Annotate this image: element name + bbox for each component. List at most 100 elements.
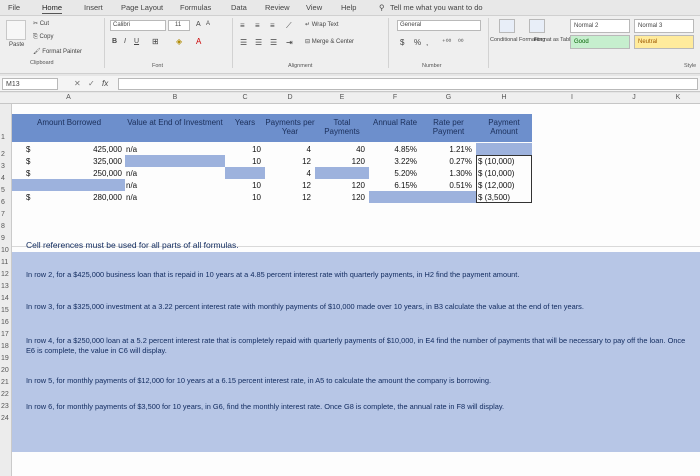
cell-a2-symbol[interactable]: $ [26,145,30,154]
cell-a2[interactable]: 425,000 [52,145,122,154]
row-header[interactable]: 13 [1,283,9,290]
fx-button[interactable]: fx [102,79,108,88]
copy-button[interactable]: ⎘ Copy [33,34,53,41]
cell-a3[interactable]: 325,000 [52,157,122,166]
currency-button[interactable]: $ [400,38,404,47]
cell-d4[interactable]: 4 [265,169,311,178]
cell-g3[interactable]: 0.27% [421,157,472,166]
cell-d2[interactable]: 4 [265,145,311,154]
decimal-icon[interactable]: ⁺⁰⁰ [442,38,451,46]
table-icon[interactable] [529,19,545,33]
font-name-select[interactable]: Calibri [110,20,166,31]
row-header[interactable]: 17 [1,331,9,338]
header-payment-amount[interactable]: Payment Amount [476,118,532,136]
cell-g5[interactable]: 0.51% [421,181,472,190]
header-rate-per-payment[interactable]: Rate per Payment [421,118,476,136]
style-normal3[interactable]: Normal 3 [634,19,694,33]
align-center-icon[interactable]: ☰ [255,38,262,47]
column-header-d[interactable]: D [265,94,315,101]
cell-d5[interactable]: 12 [265,181,311,190]
column-header-g[interactable]: G [421,94,476,101]
format-table-button[interactable]: Format as Table [534,37,573,43]
tab-review[interactable]: Review [265,3,290,12]
row-header[interactable]: 18 [1,343,9,350]
header-annual-rate[interactable]: Annual Rate [369,118,421,127]
row-header[interactable]: 10 [1,247,9,254]
wrap-text-button[interactable]: ↵ Wrap Text [305,21,339,28]
spreadsheet-grid[interactable]: Amount Borrowed Value at End of Investme… [12,104,700,476]
cell-d6[interactable]: 12 [265,193,311,202]
row-header[interactable]: 1 [1,134,5,141]
number-format-select[interactable]: General [397,20,481,31]
cell-c5[interactable]: 10 [225,181,261,190]
row-header[interactable]: 4 [1,175,5,182]
tab-page-layout[interactable]: Page Layout [121,3,163,12]
style-normal2[interactable]: Normal 2 [570,19,630,33]
tab-formulas[interactable]: Formulas [180,3,211,12]
column-header-j[interactable]: J [612,94,656,101]
column-header-e[interactable]: E [315,94,369,101]
column-header-f[interactable]: F [369,94,421,101]
row-header[interactable]: 15 [1,307,9,314]
conditional-format-icon[interactable] [499,19,515,33]
fill-color-icon[interactable]: ◈ [176,37,182,46]
row-header[interactable]: 7 [1,211,5,218]
cell-d3[interactable]: 12 [265,157,311,166]
bold-button[interactable]: B [112,38,117,45]
cell-b5[interactable]: n/a [126,181,137,190]
style-neutral[interactable]: Neutral [634,35,694,49]
column-header-c[interactable]: C [225,94,265,101]
cell-e5[interactable]: 120 [315,181,365,190]
comma-button[interactable]: , [426,38,428,47]
cut-button[interactable]: ✂ Cut [33,20,49,27]
align-middle-icon[interactable]: ≡ [255,21,260,30]
cell-c2[interactable]: 10 [225,145,261,154]
cell-f5[interactable]: 6.15% [369,181,417,190]
row-header[interactable]: 22 [1,391,9,398]
search-icon[interactable]: ⚲ [379,3,385,12]
tab-insert[interactable]: Insert [84,3,103,12]
row-header[interactable]: 3 [1,163,5,170]
cell-c6[interactable]: 10 [225,193,261,202]
column-header-a[interactable]: A [12,94,125,101]
column-header-i[interactable]: I [532,94,612,101]
column-header-h[interactable]: H [476,94,532,101]
cell-a4-symbol[interactable]: $ [26,169,30,178]
row-header[interactable]: 11 [1,259,8,266]
header-value-end[interactable]: Value at End of Investment [125,118,225,127]
row-header[interactable]: 2 [1,151,5,158]
align-right-icon[interactable]: ☰ [270,38,277,47]
cell-b4[interactable]: n/a [126,169,137,178]
cell-e3[interactable]: 120 [315,157,365,166]
tell-me-box[interactable]: Tell me what you want to do [390,3,483,12]
percent-button[interactable]: % [414,38,421,47]
column-header-b[interactable]: B [125,94,225,101]
enter-icon[interactable]: ✓ [88,79,95,88]
header-years[interactable]: Years [225,118,265,127]
instruction-row3[interactable]: In row 3, for a $325,000 investment at a… [26,302,676,312]
decrease-decimal-icon[interactable]: ⁰⁰ [458,38,464,46]
border-icon[interactable]: ⊞ [152,37,159,46]
format-painter-button[interactable]: 🖌 Format Painter [33,48,82,55]
cell-f3[interactable]: 3.22% [369,157,417,166]
row-header[interactable]: 14 [1,295,9,302]
tab-help[interactable]: Help [341,3,356,12]
indent-icon[interactable]: ⇥ [286,38,293,47]
cell-f4[interactable]: 5.20% [369,169,417,178]
tab-data[interactable]: Data [231,3,247,12]
tab-view[interactable]: View [306,3,322,12]
align-top-icon[interactable]: ≡ [240,21,245,30]
row-header[interactable]: 9 [1,235,5,242]
underline-button[interactable]: U [134,38,139,45]
row-header[interactable]: 16 [1,319,9,326]
header-amount-borrowed[interactable]: Amount Borrowed [14,118,124,127]
column-header-k[interactable]: K [656,94,700,101]
formula-input[interactable] [118,78,698,90]
cell-g4[interactable]: 1.30% [421,169,472,178]
cell-a6-symbol[interactable]: $ [26,193,30,202]
grow-font-button[interactable]: A [196,21,201,28]
cell-f2[interactable]: 4.85% [369,145,417,154]
instruction-row6[interactable]: In row 6, for monthly payments of $3,500… [26,402,686,412]
align-left-icon[interactable]: ☰ [240,38,247,47]
cell-e6[interactable]: 120 [315,193,365,202]
